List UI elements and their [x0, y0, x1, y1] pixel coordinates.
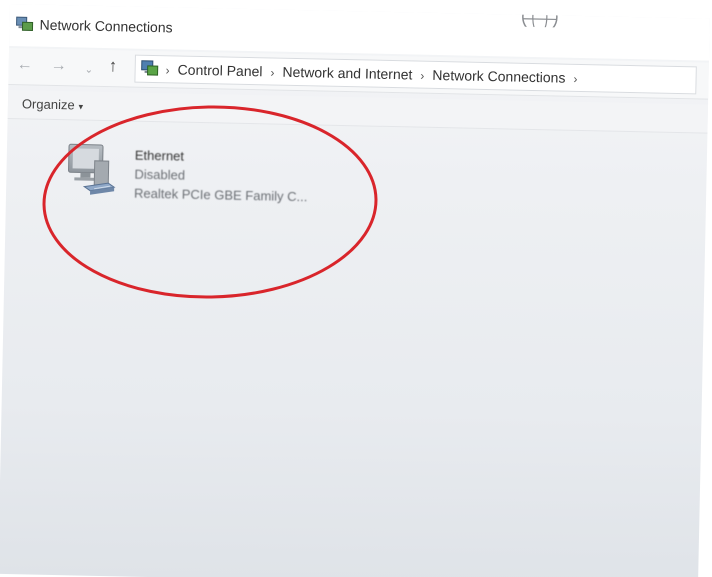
globe-icon — [520, 4, 560, 35]
breadcrumb-separator: › — [165, 63, 170, 78]
organize-label: Organize — [21, 96, 75, 113]
breadcrumb-separator[interactable]: › — [573, 72, 577, 86]
breadcrumb-control-panel[interactable]: Control Panel — [177, 62, 262, 80]
forward-button[interactable]: → — [51, 57, 67, 75]
breadcrumb-separator: › — [420, 68, 425, 83]
breadcrumb-network-and-internet[interactable]: Network and Internet — [282, 64, 412, 83]
explorer-window: Network Connections ← → ⌄ ↑ › Control Pa… — [0, 4, 710, 577]
connections-list: Ethernet Disabled Realtek PCIe GBE Famil… — [0, 119, 707, 577]
organize-button[interactable]: Organize ▾ — [22, 96, 84, 112]
breadcrumb-network-connections[interactable]: Network Connections — [432, 67, 565, 86]
network-connections-icon — [15, 16, 34, 32]
connection-device: Realtek PCIe GBE Family C... — [133, 185, 308, 205]
ethernet-adapter-icon — [64, 142, 123, 203]
control-panel-icon — [140, 59, 160, 77]
breadcrumb-separator: › — [270, 65, 275, 80]
window-title: Network Connections — [39, 16, 173, 36]
breadcrumb: › Control Panel › Network and Internet › Netw… — [165, 61, 585, 86]
connection-item-ethernet[interactable]: Ethernet Disabled Realtek PCIe GBE Famil… — [64, 142, 365, 218]
recent-locations-button[interactable]: ⌄ — [84, 62, 94, 80]
connection-details: Ethernet Disabled Realtek PCIe GBE Famil… — [134, 146, 309, 207]
up-button[interactable]: ↑ — [109, 56, 118, 75]
address-bar[interactable]: › Control Panel › Network and Internet › Netw… — [134, 54, 697, 95]
back-button[interactable]: ← — [17, 56, 33, 74]
chevron-down-icon: ▾ — [78, 101, 84, 112]
photo-frame: Network Connections ← → ⌄ ↑ › Control Pa… — [0, 0, 712, 577]
